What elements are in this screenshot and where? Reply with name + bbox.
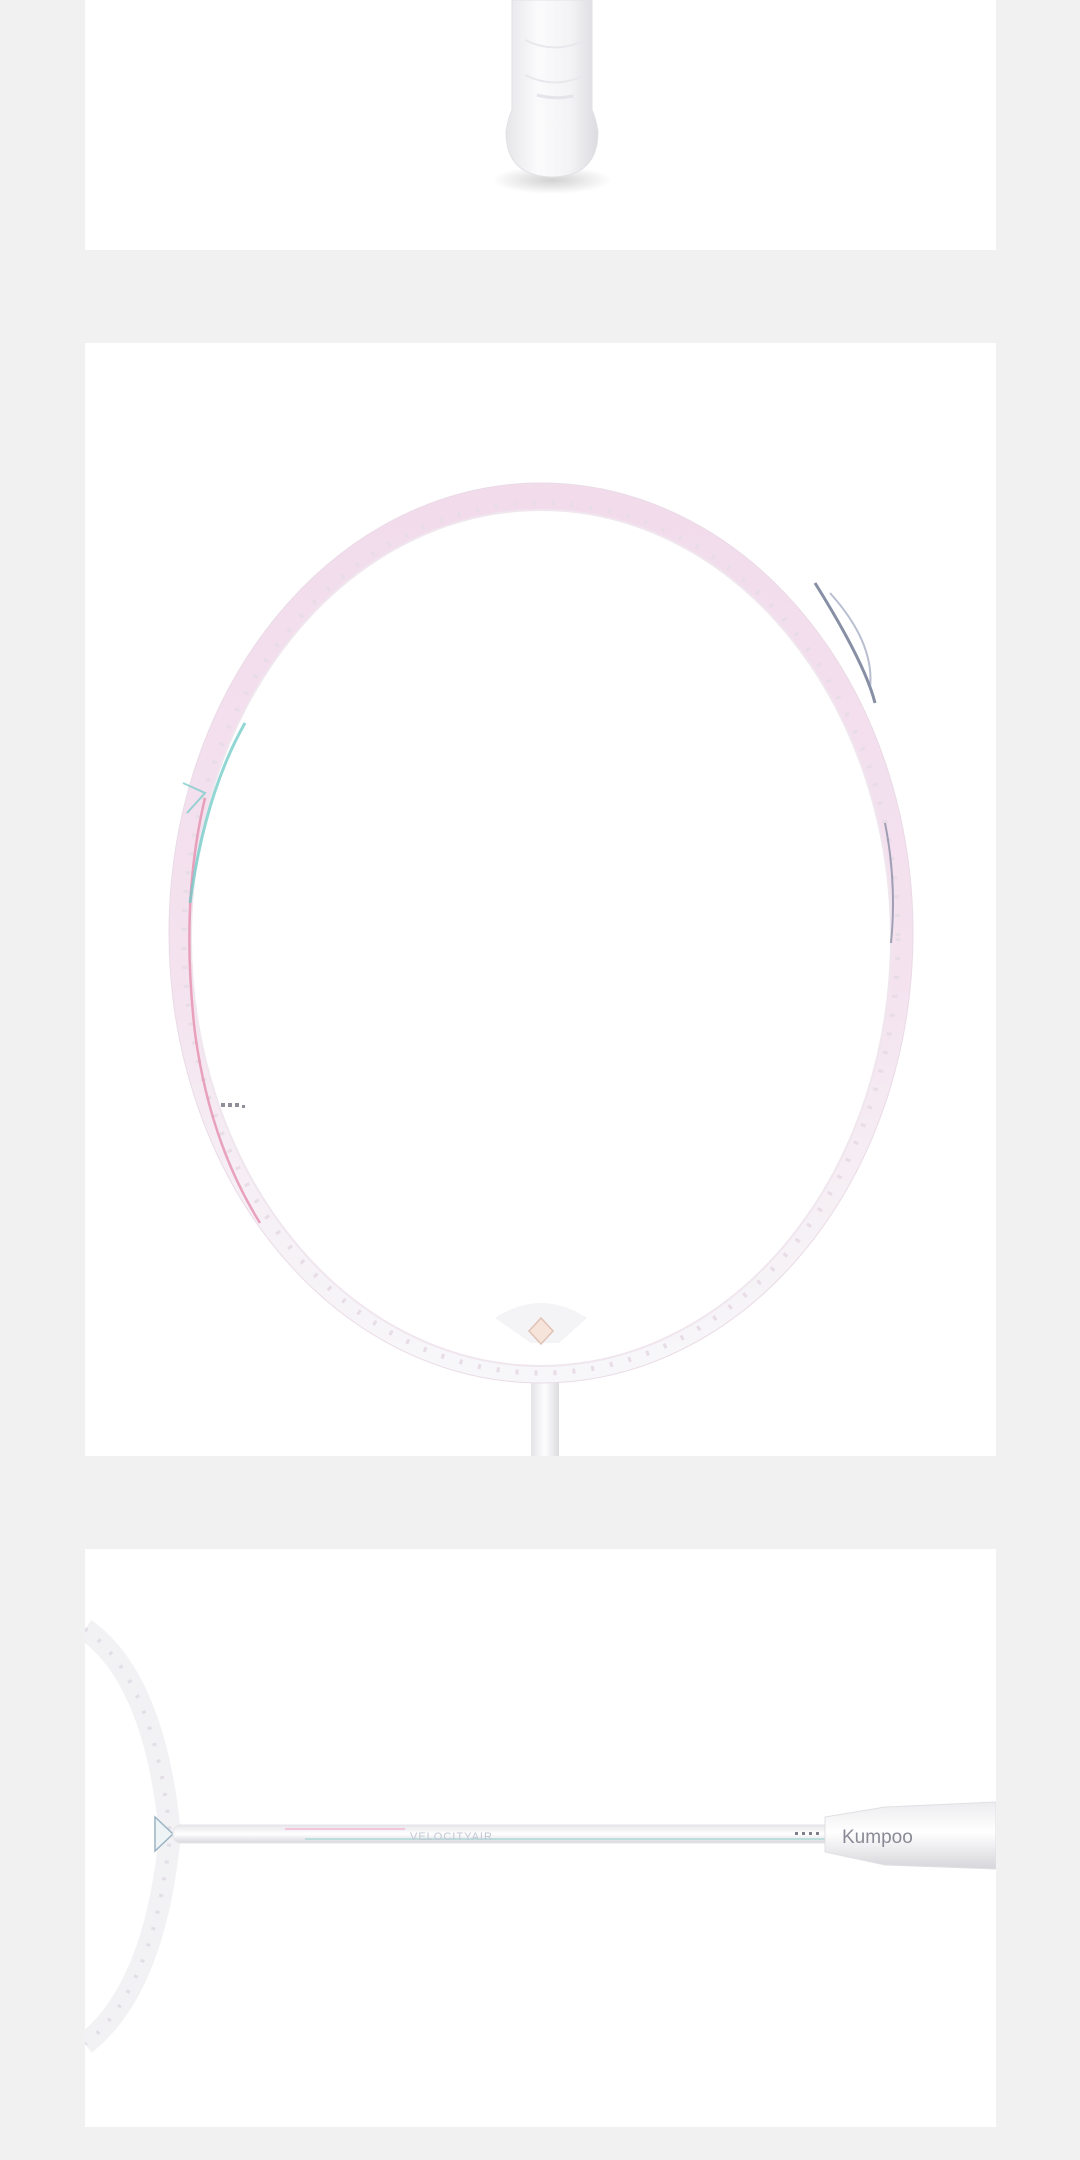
- shaft-model-label: VELOCITYAIR: [410, 1831, 493, 1843]
- racket-head-panel: [85, 343, 996, 1456]
- racket-head-image: [168, 482, 914, 1456]
- racket-shaft-image: VELOCITYAIR Kumpoo: [85, 1620, 996, 2053]
- racket-frame-inner: [190, 509, 892, 1367]
- handle-brand-logo: Kumpoo: [842, 1827, 913, 1848]
- racket-grip-panel: [85, 0, 996, 250]
- grip-butt-cap: [505, 0, 599, 178]
- racket-grip-image: [492, 0, 612, 194]
- racket-shaft-panel: VELOCITYAIR Kumpoo: [85, 1549, 996, 2127]
